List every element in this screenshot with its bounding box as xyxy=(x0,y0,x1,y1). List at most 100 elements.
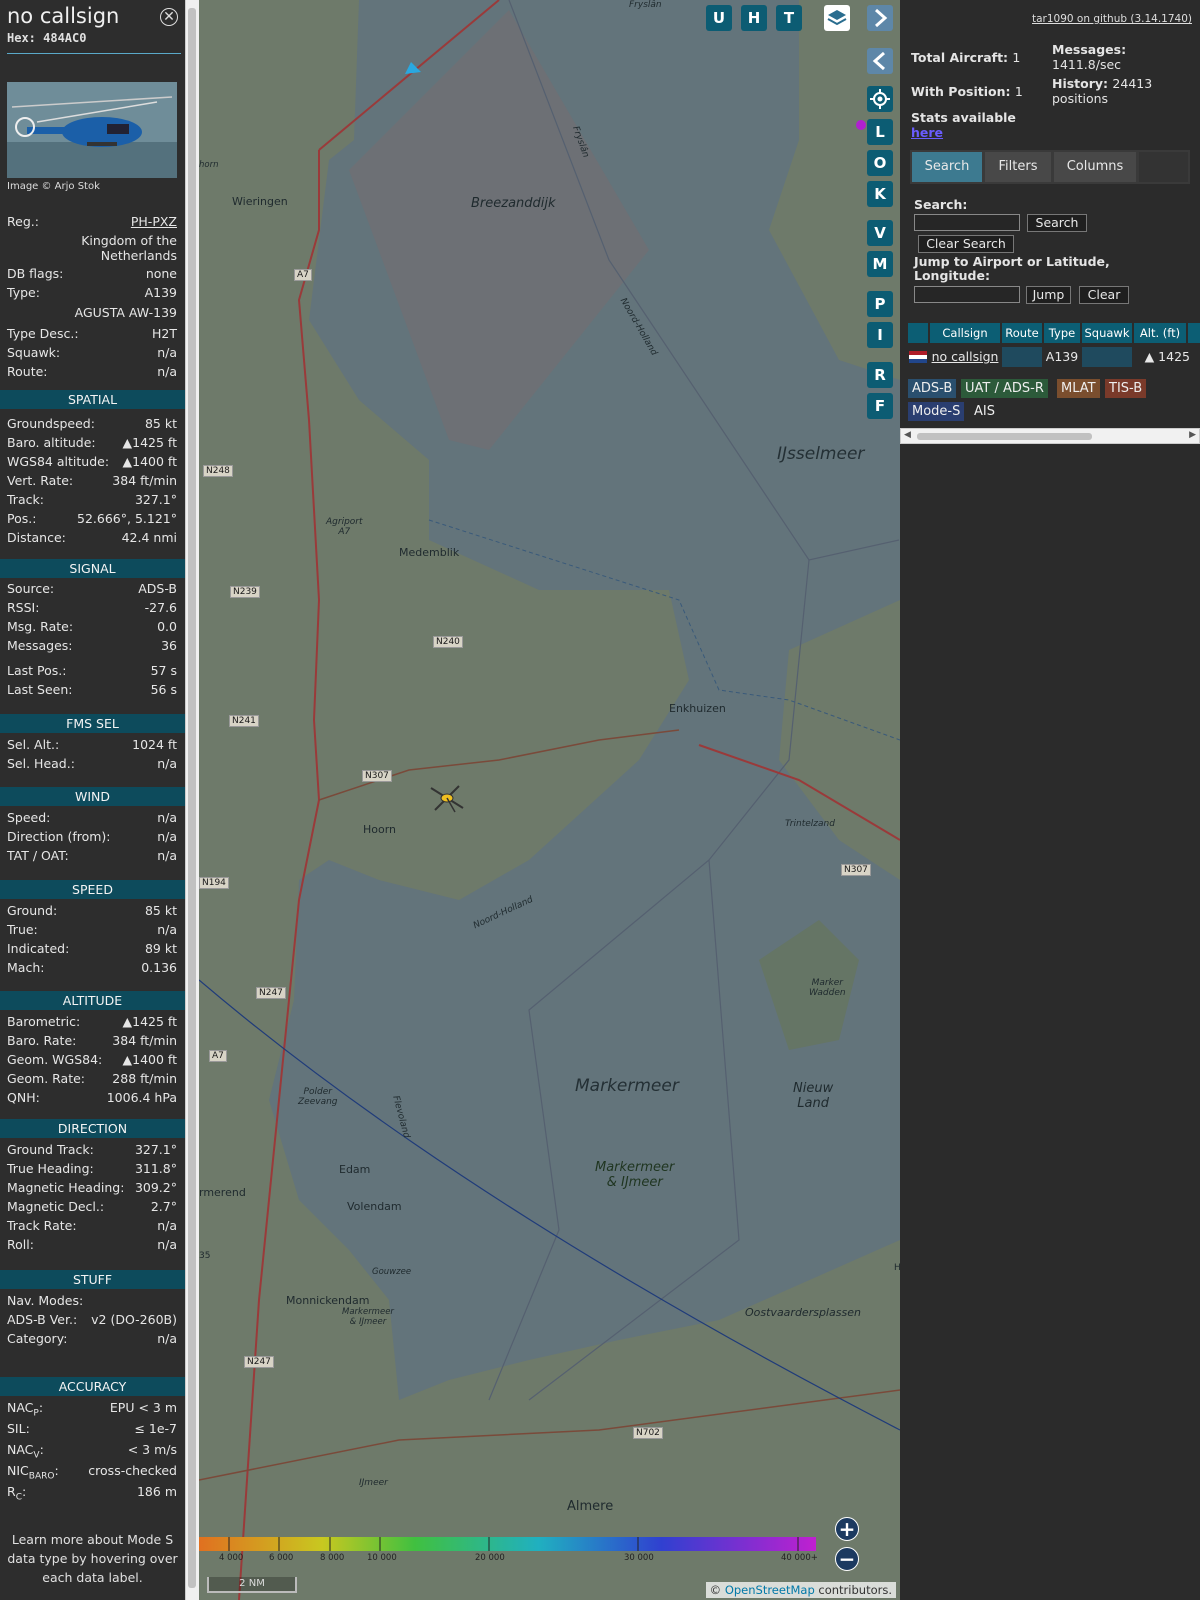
table-row-squawk xyxy=(1082,347,1132,367)
table-row-callsign[interactable]: no callsign xyxy=(930,347,1000,367)
clear-jump-button[interactable]: Clear xyxy=(1079,286,1129,304)
info-row: NACV: < 3 m/s xyxy=(7,1442,177,1461)
info-row: True Heading: 311.8° xyxy=(7,1161,177,1176)
gear-icon[interactable] xyxy=(867,86,893,112)
tab-empty xyxy=(1139,152,1188,182)
table-header-type[interactable]: Type xyxy=(1044,323,1080,343)
map-button-l[interactable]: L xyxy=(867,119,893,145)
table-horizontal-scrollbar[interactable]: ◀ ▶ xyxy=(900,428,1200,444)
alt-scale-tick: 6 000 xyxy=(269,1553,294,1563)
chevron-right-icon[interactable] xyxy=(867,5,893,31)
map[interactable]: Breezanddijk Wieringen Medemblik Enkhuiz… xyxy=(199,0,900,1600)
label-marker-wadden: Marker Wadden xyxy=(809,978,846,998)
stats-link[interactable]: here xyxy=(911,125,943,140)
osm-link[interactable]: OpenStreetMap xyxy=(725,1583,815,1597)
map-button-r[interactable]: R xyxy=(867,362,893,388)
zoom-out-button[interactable]: − xyxy=(835,1547,859,1571)
label-gouwzee: Gouwzee xyxy=(372,1267,412,1277)
map-button-m[interactable]: M xyxy=(867,251,893,277)
table-header-squawk[interactable]: Squawk xyxy=(1082,323,1132,343)
info-row: Speed: n/a xyxy=(7,810,177,825)
aircraft-info-panel: no callsign Hex: 484AC0 ✕ Image © Arjo S… xyxy=(0,0,185,1600)
jump-button[interactable]: Jump xyxy=(1026,286,1071,304)
road-label: N248 xyxy=(203,465,233,477)
map-background xyxy=(199,0,900,1600)
with-position: With Position: 1 xyxy=(911,84,1023,99)
table-header-route[interactable]: Route xyxy=(1002,323,1042,343)
alt-scale-tick: 30 000 xyxy=(624,1553,654,1563)
info-row: Geom. Rate: 288 ft/min xyxy=(7,1071,177,1086)
info-row: NICBARO: cross-checked xyxy=(7,1463,177,1482)
road-label: N194 xyxy=(199,877,229,889)
label-wieringen: Wieringen xyxy=(232,195,288,208)
road-label: N702 xyxy=(633,1427,663,1439)
map-button-u[interactable]: U xyxy=(706,5,732,31)
close-icon[interactable]: ✕ xyxy=(160,8,178,26)
chevron-left-icon[interactable] xyxy=(867,48,893,74)
map-button-t[interactable]: T xyxy=(776,5,802,31)
alt-scale-tick: 10 000 xyxy=(367,1553,397,1563)
info-row: ADS-B Ver.: v2 (DO-260B) xyxy=(7,1312,177,1327)
search-button[interactable]: Search xyxy=(1027,214,1087,232)
map-button-p[interactable]: P xyxy=(867,291,893,317)
label-monnickendam: Monnickendam xyxy=(286,1294,370,1307)
info-row: Distance: 42.4 nmi xyxy=(7,530,177,545)
clear-search-button[interactable]: Clear Search xyxy=(918,235,1014,253)
info-row-type-name: AGUSTA AW-139 xyxy=(74,305,177,320)
info-row: Track: 327.1° xyxy=(7,492,177,507)
info-row: RC: 186 m xyxy=(7,1484,177,1503)
map-button-f[interactable]: F xyxy=(867,393,893,419)
info-row: Category: n/a xyxy=(7,1331,177,1346)
tab-filters[interactable]: Filters xyxy=(985,152,1051,182)
label-markermeer-ijmeer-small: Markermeer & IJmeer xyxy=(342,1307,394,1327)
info-row: Magnetic Heading: 309.2° xyxy=(7,1180,177,1195)
map-button-k[interactable]: K xyxy=(867,181,893,207)
registration-link[interactable]: PH-PXZ xyxy=(131,214,177,229)
label-ijmeer: IJmeer xyxy=(359,1478,388,1488)
info-panel-scrollbar[interactable] xyxy=(185,0,199,1600)
label-markermeer: Markermeer xyxy=(575,1076,679,1096)
road-label: N241 xyxy=(229,715,259,727)
section-header-altitude: ALTITUDE xyxy=(0,991,185,1010)
table-header-alt[interactable]: Alt. (ft) xyxy=(1134,323,1186,343)
legend-mlat: MLAT xyxy=(1057,379,1100,398)
legend-uat: UAT / ADS-R xyxy=(961,379,1048,398)
info-row: TAT / OAT: n/a xyxy=(7,848,177,863)
map-button-o[interactable]: O xyxy=(867,150,893,176)
label-partial-35: 35 xyxy=(199,1251,211,1261)
label-almere: Almere xyxy=(567,1499,614,1514)
info-row: Ground: 85 kt xyxy=(7,903,177,918)
map-button-v[interactable]: V xyxy=(867,220,893,246)
stats-available: Stats available xyxy=(911,110,1016,125)
section-header-fmssel: FMS SEL xyxy=(0,714,185,733)
jump-input[interactable] xyxy=(914,286,1020,303)
label-horn-partial: horn xyxy=(199,160,219,170)
github-link[interactable]: tar1090 on github (3.14.1740) xyxy=(1032,13,1192,25)
aircraft-photo[interactable] xyxy=(7,82,177,178)
layers-icon[interactable] xyxy=(824,5,850,31)
map-button-h[interactable]: H xyxy=(741,5,767,31)
search-input[interactable] xyxy=(914,214,1020,231)
table-row-type: A139 xyxy=(1044,347,1080,367)
zoom-in-button[interactable]: + xyxy=(835,1517,859,1541)
tab-search[interactable]: Search xyxy=(912,152,982,182)
label-fryslan-top: Fryslân xyxy=(629,0,662,10)
info-row: Last Pos.: 57 s xyxy=(7,663,177,678)
info-row: NACP: EPU < 3 m xyxy=(7,1400,177,1419)
legend-ais: AIS xyxy=(974,404,995,419)
label-breezanddijk: Breezanddijk xyxy=(471,196,556,211)
map-button-i[interactable]: I xyxy=(867,322,893,348)
section-header-accuracy: ACCURACY xyxy=(0,1377,185,1396)
section-header-direction: DIRECTION xyxy=(0,1119,185,1138)
label-edam: Edam xyxy=(339,1163,371,1176)
label-agriport: Agriport A7 xyxy=(326,517,363,537)
info-row-route: Route: n/a xyxy=(7,364,177,379)
info-row: Groundspeed: 85 kt xyxy=(7,416,177,431)
table-header-callsign[interactable]: Callsign xyxy=(930,323,1000,343)
alt-scale-tick: 40 000+ xyxy=(781,1553,818,1563)
tab-columns[interactable]: Columns xyxy=(1054,152,1136,182)
info-row: Track Rate: n/a xyxy=(7,1218,177,1233)
road-label: A7 xyxy=(209,1050,227,1062)
divider xyxy=(7,53,181,54)
info-row-reg: Reg.: PH-PXZ xyxy=(7,214,177,229)
